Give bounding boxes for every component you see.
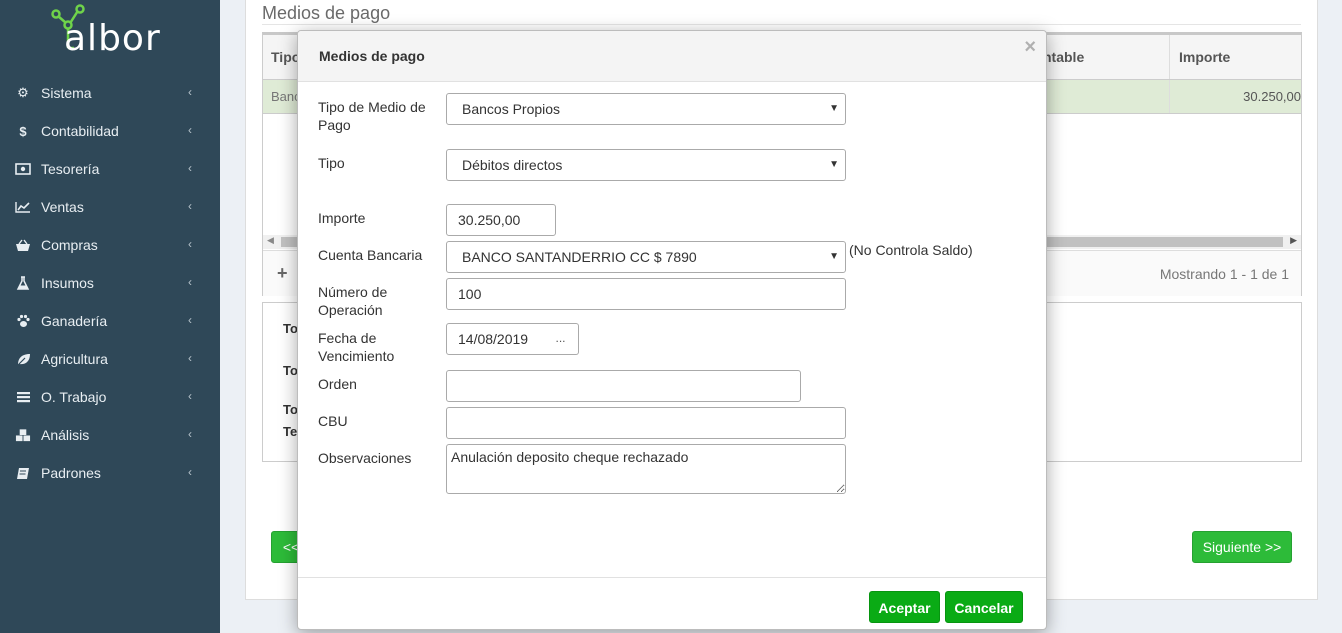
page-title: Medios de pago <box>262 3 391 23</box>
basket-icon <box>15 239 31 252</box>
orden-label: Orden <box>318 376 357 392</box>
chevron-left-icon: ‹ <box>188 199 192 213</box>
date-picker-button[interactable]: ... <box>543 323 579 355</box>
sidebar-item-analisis[interactable]: Análisis ‹ <box>0 416 220 454</box>
chevron-left-icon: ‹ <box>188 351 192 365</box>
list-icon <box>15 391 31 403</box>
albor-logo[interactable]: albor <box>50 4 180 60</box>
sidebar-item-label: Sistema <box>41 85 92 101</box>
table-header-contable[interactable]: ntable <box>1043 35 1085 79</box>
line-chart-icon <box>15 201 31 213</box>
table-header-tipo[interactable]: Tipo <box>271 35 301 79</box>
tipo-medio-label: Tipo de Medio de Pago <box>318 99 426 133</box>
row-divider <box>1169 80 1170 113</box>
importe-input[interactable] <box>446 204 556 236</box>
sidebar-item-label: Agricultura <box>41 351 108 367</box>
cubes-icon <box>15 428 31 442</box>
scroll-left-icon[interactable]: ◀ <box>267 235 274 246</box>
observaciones-textarea[interactable]: Anulación deposito cheque rechazado <box>446 444 846 494</box>
cuenta-bancaria-value: BANCO SANTANDERRIO CC $ 7890 <box>462 249 697 265</box>
sidebar-menu: ⚙ Sistema ‹ $ Contabilidad ‹ Tesorería ‹… <box>0 74 220 492</box>
chevron-left-icon: ‹ <box>188 389 192 403</box>
modal-title: Medios de pago <box>319 48 425 64</box>
numero-operacion-label: Número de Operación <box>318 284 388 318</box>
dropdown-caret-icon: ▼ <box>829 159 839 170</box>
sidebar-item-padrones[interactable]: Padrones ‹ <box>0 454 220 492</box>
totals-label: To <box>283 402 298 417</box>
logo-text: albor <box>64 18 161 59</box>
sidebar-item-insumos[interactable]: Insumos ‹ <box>0 264 220 302</box>
cbu-input[interactable] <box>446 407 846 439</box>
chevron-left-icon: ‹ <box>188 237 192 251</box>
sidebar-item-label: Ganadería <box>41 313 108 329</box>
tipo-select[interactable]: Débitos directos ▼ <box>446 149 846 181</box>
modal-footer: Aceptar Cancelar <box>298 577 1046 629</box>
title-divider <box>262 24 1301 25</box>
totals-label: Te <box>283 424 298 439</box>
close-icon[interactable]: × <box>1024 36 1036 59</box>
money-bill-icon <box>15 163 31 175</box>
add-row-icon[interactable]: + <box>277 263 288 284</box>
cuenta-bancaria-label: Cuenta Bancaria <box>318 247 423 263</box>
sidebar-item-label: Contabilidad <box>41 123 119 139</box>
chevron-left-icon: ‹ <box>188 427 192 441</box>
saldo-note: (No Controla Saldo) <box>849 242 973 258</box>
dropdown-caret-icon: ▼ <box>829 103 839 114</box>
totals-label: To <box>283 321 298 336</box>
fecha-vencimiento-input[interactable] <box>446 323 544 355</box>
next-button[interactable]: Siguiente >> <box>1192 531 1292 563</box>
fecha-vencimiento-label: Fecha de Vencimiento <box>318 330 395 364</box>
gears-icon: ⚙ <box>17 85 29 100</box>
cancel-button[interactable]: Cancelar <box>945 591 1023 623</box>
observaciones-label: Observaciones <box>318 450 412 466</box>
sidebar-item-agricultura[interactable]: Agricultura ‹ <box>0 340 220 378</box>
flask-icon <box>15 276 31 290</box>
sidebar-item-label: Insumos <box>41 275 94 291</box>
sidebar-item-sistema[interactable]: ⚙ Sistema ‹ <box>0 74 220 112</box>
cuenta-bancaria-select[interactable]: BANCO SANTANDERRIO CC $ 7890 ▼ <box>446 241 846 273</box>
dropdown-caret-icon: ▼ <box>829 251 839 262</box>
paw-icon <box>15 314 31 328</box>
tipo-label: Tipo <box>318 155 345 171</box>
book-icon <box>15 467 31 480</box>
numero-operacion-input[interactable] <box>446 278 846 310</box>
header-divider <box>1169 35 1170 79</box>
sidebar-item-label: Tesorería <box>41 161 100 177</box>
sidebar-item-label: Compras <box>41 237 98 253</box>
dollar-icon: $ <box>19 123 27 139</box>
sidebar: albor ⚙ Sistema ‹ $ Contabilidad ‹ Tesor… <box>0 0 220 633</box>
sidebar-item-o-trabajo[interactable]: O. Trabajo ‹ <box>0 378 220 416</box>
scroll-right-icon[interactable]: ▶ <box>1290 235 1297 246</box>
chevron-left-icon: ‹ <box>188 275 192 289</box>
modal-header: Medios de pago × <box>298 31 1046 82</box>
totals-label: To <box>283 363 298 378</box>
sidebar-item-compras[interactable]: Compras ‹ <box>0 226 220 264</box>
payment-method-modal: Medios de pago × Tipo de Medio de Pago B… <box>297 30 1047 630</box>
pagination-info: Mostrando 1 - 1 de 1 <box>1159 266 1289 282</box>
sidebar-item-tesoreria[interactable]: Tesorería ‹ <box>0 150 220 188</box>
chevron-left-icon: ‹ <box>188 161 192 175</box>
accept-button[interactable]: Aceptar <box>869 591 940 623</box>
leaf-icon <box>15 353 31 366</box>
sidebar-item-label: Análisis <box>41 427 90 443</box>
chevron-left-icon: ‹ <box>188 465 192 479</box>
table-header-importe[interactable]: Importe <box>1179 35 1231 79</box>
sidebar-item-contabilidad[interactable]: $ Contabilidad ‹ <box>0 112 220 150</box>
cbu-label: CBU <box>318 413 348 429</box>
tipo-medio-select[interactable]: Bancos Propios ▼ <box>446 93 846 125</box>
chevron-left-icon: ‹ <box>188 123 192 137</box>
tipo-value: Débitos directos <box>462 157 563 173</box>
sidebar-item-ventas[interactable]: Ventas ‹ <box>0 188 220 226</box>
tipo-medio-value: Bancos Propios <box>462 101 561 117</box>
chevron-left-icon: ‹ <box>188 85 192 99</box>
orden-input[interactable] <box>446 370 801 402</box>
chevron-left-icon: ‹ <box>188 313 192 327</box>
sidebar-item-ganaderia[interactable]: Ganadería ‹ <box>0 302 220 340</box>
importe-label: Importe <box>318 210 366 226</box>
sidebar-item-label: O. Trabajo <box>41 389 107 405</box>
row-importe: 30.250,00 <box>1243 89 1301 104</box>
sidebar-item-label: Padrones <box>41 465 101 481</box>
sidebar-item-label: Ventas <box>41 199 84 215</box>
